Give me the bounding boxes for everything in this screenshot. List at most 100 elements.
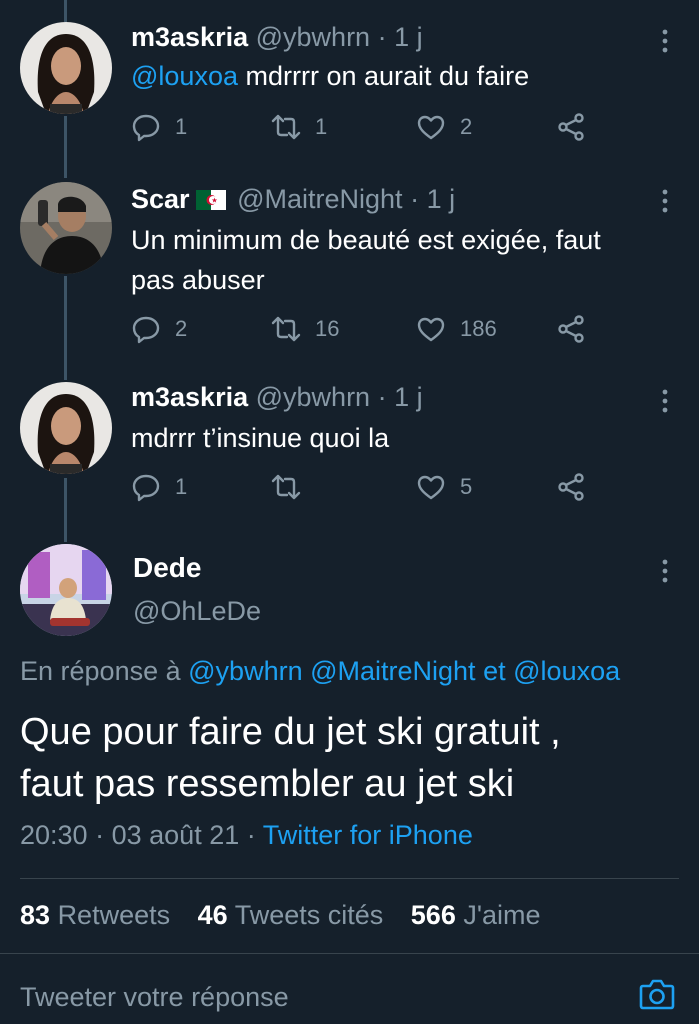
- tweet-text-line: pas abuser: [131, 265, 265, 295]
- retweet-icon: [271, 114, 301, 140]
- algeria-flag-icon: [195, 190, 226, 210]
- user-handle[interactable]: @ybwhrn: [256, 382, 370, 412]
- tweet-header: m3askria @ybwhrn · 1 j: [131, 380, 423, 414]
- separator: ·: [95, 820, 105, 850]
- display-name[interactable]: m3askria: [131, 22, 248, 52]
- tweet-text: @louxoa mdrrrr on aurait du faire: [131, 56, 661, 96]
- reply-count: 1: [175, 114, 188, 139]
- tweet-meta: 20:30 · 03 août 21 · Twitter for iPhone: [20, 820, 473, 851]
- tweet-text-line: Un minimum de beauté est exigée, faut: [131, 225, 601, 255]
- share-button[interactable]: [556, 472, 586, 502]
- mention-link[interactable]: @louxoa: [131, 61, 238, 91]
- likes-stat[interactable]: 566 J'aime: [411, 900, 541, 930]
- reply-icon: [132, 474, 160, 502]
- more-icon[interactable]: [657, 28, 673, 54]
- user-handle[interactable]: @MaitreNight: [237, 184, 402, 214]
- retweet-button[interactable]: 1: [271, 112, 327, 142]
- reply-button[interactable]: 2: [131, 314, 187, 344]
- more-icon[interactable]: [657, 188, 673, 214]
- tweet-text: Un minimum de beauté est exigée, faut pa…: [131, 220, 661, 300]
- share-button[interactable]: [556, 314, 586, 344]
- retweets-stat[interactable]: 83 Retweets: [20, 900, 170, 930]
- separator: ·: [377, 22, 387, 52]
- like-button[interactable]: 2: [416, 112, 472, 142]
- more-icon[interactable]: [657, 558, 673, 584]
- retweet-count: 16: [315, 316, 340, 341]
- separator: ·: [410, 184, 420, 214]
- quotes-label: Tweets cités: [234, 900, 384, 930]
- timestamp[interactable]: 1 j: [427, 184, 456, 214]
- like-button[interactable]: 186: [416, 314, 497, 344]
- reply-button[interactable]: 1: [131, 112, 187, 142]
- share-icon: [558, 315, 584, 343]
- display-name[interactable]: m3askria: [131, 382, 248, 412]
- share-button[interactable]: [556, 112, 586, 142]
- reply-icon: [132, 114, 160, 142]
- like-button[interactable]: 5: [416, 472, 472, 502]
- reply-tweet[interactable]: m3askria @ybwhrn · 1 j @louxoa mdrrrr on…: [0, 22, 699, 152]
- tweet-header: Scar @MaitreNight · 1 j: [131, 182, 455, 216]
- tweet-time: 20:30: [20, 820, 88, 850]
- retweets-count: 83: [20, 900, 51, 930]
- share-icon: [558, 113, 584, 141]
- quotes-stat[interactable]: 46 Tweets cités: [198, 900, 384, 930]
- avatar[interactable]: [20, 22, 112, 114]
- reply-compose-input[interactable]: Tweeter votre réponse: [20, 982, 289, 1013]
- client-link[interactable]: Twitter for iPhone: [263, 820, 473, 850]
- display-name[interactable]: Dede: [133, 552, 201, 584]
- display-name[interactable]: Scar: [131, 184, 190, 214]
- like-icon: [417, 115, 445, 140]
- tweet-stats: 83 Retweets 46 Tweets cités 566 J'aime: [20, 900, 541, 931]
- retweet-count: 1: [315, 114, 328, 139]
- separator: ·: [377, 382, 387, 412]
- mention-link[interactable]: @louxoa: [513, 656, 620, 686]
- likes-count: 566: [410, 900, 456, 930]
- divider: [0, 953, 699, 954]
- like-icon: [417, 317, 445, 342]
- reply-button[interactable]: 1: [131, 472, 187, 502]
- like-count: 5: [460, 474, 473, 499]
- timestamp[interactable]: 1 j: [394, 22, 423, 52]
- tweet-text-body: mdrrr t’insinue quoi la: [131, 423, 390, 453]
- like-count: 2: [460, 114, 473, 139]
- tweet-date: 03 août 21: [111, 820, 240, 850]
- reply-tweet[interactable]: Scar @MaitreNight · 1 j Un minimum de be…: [0, 182, 699, 352]
- mention-link[interactable]: @MaitreNight: [310, 656, 475, 686]
- like-count: 186: [460, 316, 497, 341]
- timestamp[interactable]: 1 j: [394, 382, 423, 412]
- user-handle[interactable]: @OhLeDe: [133, 596, 261, 627]
- avatar[interactable]: [20, 544, 112, 636]
- divider: [20, 878, 679, 879]
- share-icon: [558, 473, 584, 501]
- replying-to-and: et: [483, 656, 506, 686]
- camera-icon[interactable]: [637, 974, 677, 1014]
- retweet-button[interactable]: 16: [271, 314, 339, 344]
- retweet-button[interactable]: [271, 472, 315, 502]
- mention-link[interactable]: @ybwhrn: [188, 656, 302, 686]
- replying-to: En réponse à @ybwhrn @MaitreNight et @lo…: [20, 656, 620, 687]
- user-handle[interactable]: @ybwhrn: [256, 22, 370, 52]
- thread-line-top: [64, 0, 67, 22]
- reply-icon: [132, 316, 160, 344]
- quotes-count: 46: [197, 900, 228, 930]
- tweet-actions: 1 5: [131, 472, 601, 506]
- tweet-text-line: faut pas ressembler au jet ski: [20, 763, 515, 805]
- avatar[interactable]: [20, 382, 112, 474]
- tweet-header: m3askria @ybwhrn · 1 j: [131, 20, 423, 54]
- tweet-text: Que pour faire du jet ski gratuit , faut…: [20, 706, 680, 810]
- retweet-icon: [271, 474, 301, 500]
- tweet-text-line: Que pour faire du jet ski gratuit ,: [20, 711, 561, 753]
- reply-count: 1: [175, 474, 188, 499]
- tweet-text-body: mdrrrr on aurait du faire: [237, 61, 530, 91]
- avatar[interactable]: [20, 182, 112, 274]
- tweet-text: mdrrr t’insinue quoi la: [131, 418, 661, 458]
- tweet-actions: 1 1 2: [131, 112, 601, 146]
- separator: ·: [246, 820, 256, 850]
- reply-tweet[interactable]: m3askria @ybwhrn · 1 j mdrrr t’insinue q…: [0, 382, 699, 512]
- reply-count: 2: [175, 316, 188, 341]
- like-icon: [417, 475, 445, 500]
- more-icon[interactable]: [657, 388, 673, 414]
- retweets-label: Retweets: [57, 900, 171, 930]
- replying-to-label: En réponse à: [20, 656, 181, 686]
- likes-label: J'aime: [463, 900, 541, 930]
